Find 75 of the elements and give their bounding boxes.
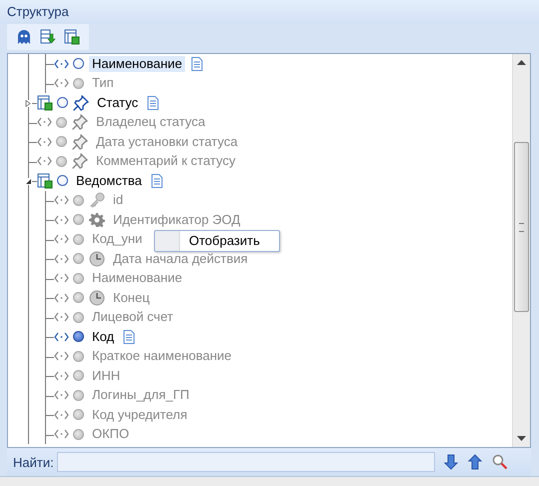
status-dot[interactable]	[73, 272, 84, 284]
menu-item[interactable]: Отобразить	[155, 231, 279, 251]
tree-item[interactable]: Дата начала действия	[110, 250, 251, 267]
tree-item[interactable]: Статус	[94, 94, 142, 111]
pin-icon	[72, 153, 88, 170]
field-icon	[54, 410, 69, 420]
tree-item[interactable]: Логины_для_ГП	[89, 387, 192, 404]
field-icon	[54, 292, 69, 303]
field-icon	[54, 390, 69, 400]
field-icon	[54, 351, 69, 362]
tree-item[interactable]: Наименование	[89, 270, 186, 286]
tree-item[interactable]: Код	[89, 328, 118, 345]
scrollbar[interactable]	[512, 54, 530, 447]
status-dot[interactable]	[56, 136, 67, 148]
pin-icon	[72, 114, 88, 130]
status-dot[interactable]	[57, 97, 68, 108]
field-icon	[54, 58, 69, 69]
tree-item[interactable]: ОКПО	[89, 426, 132, 442]
tree-item[interactable]: Наименование	[89, 56, 186, 72]
tree-item[interactable]: Конец	[110, 290, 153, 306]
pin-icon	[72, 134, 88, 150]
search-field[interactable]	[56, 452, 435, 472]
status-dot[interactable]	[56, 116, 67, 128]
tree-item[interactable]: Код_уни	[89, 231, 146, 248]
pin-icon	[73, 94, 89, 111]
key-icon	[89, 192, 105, 208]
status-dot[interactable]	[73, 78, 84, 89]
gear-icon	[89, 212, 105, 228]
status-dot[interactable]	[73, 312, 84, 323]
field-icon	[54, 370, 69, 381]
field-icon	[37, 117, 52, 128]
field-icon	[54, 273, 69, 284]
field-icon	[54, 429, 69, 440]
field-icon	[54, 254, 69, 264]
tree-item[interactable]: Дата установки статуса	[93, 134, 241, 150]
status-dot[interactable]	[73, 214, 84, 226]
field-icon	[54, 312, 69, 322]
status-dot[interactable]	[73, 292, 84, 304]
field-icon	[54, 234, 69, 244]
field-icon	[54, 332, 69, 342]
tree-item[interactable]: Тип	[89, 75, 117, 92]
status-dot[interactable]	[73, 370, 84, 382]
scroll-up-icon[interactable]	[517, 60, 526, 65]
field-icon	[54, 195, 69, 206]
table-icon	[37, 172, 53, 189]
status-dot[interactable]	[73, 58, 84, 70]
tree-item[interactable]: id	[110, 192, 126, 208]
status-dot[interactable]	[73, 234, 84, 245]
tree-item[interactable]: Код учредителя	[89, 406, 190, 423]
field-icon	[37, 136, 52, 147]
status-dot[interactable]	[73, 253, 84, 264]
clock-icon	[89, 290, 105, 306]
tree-item[interactable]: Ведомства	[73, 172, 145, 189]
status-dot[interactable]	[73, 350, 84, 362]
status-dot[interactable]	[73, 409, 84, 420]
status-dot[interactable]	[56, 156, 67, 167]
tree-item[interactable]: ИНН	[89, 368, 124, 384]
tree-item[interactable]: Лицевой счет	[89, 309, 176, 326]
clock-icon	[89, 250, 105, 267]
status-dot[interactable]	[73, 390, 84, 401]
status-dot[interactable]	[73, 331, 84, 342]
field-icon	[54, 78, 69, 88]
scroll-down-icon[interactable]	[517, 436, 526, 441]
expand-icon[interactable]	[25, 100, 32, 107]
search-label: Найти:	[12, 454, 55, 470]
field-icon	[37, 156, 52, 166]
tree-item[interactable]: Комментарий к статусу	[93, 153, 238, 170]
status-dot[interactable]	[57, 175, 68, 186]
table-icon	[37, 94, 53, 111]
status-dot[interactable]	[73, 194, 84, 206]
status-dot[interactable]	[73, 428, 84, 440]
field-icon	[54, 214, 69, 225]
tree-item[interactable]: Идентификатор ЭОД	[110, 212, 244, 228]
tree-item[interactable]: Краткое наименование	[89, 348, 235, 364]
tree-item[interactable]: Владелец статуса	[93, 114, 208, 130]
